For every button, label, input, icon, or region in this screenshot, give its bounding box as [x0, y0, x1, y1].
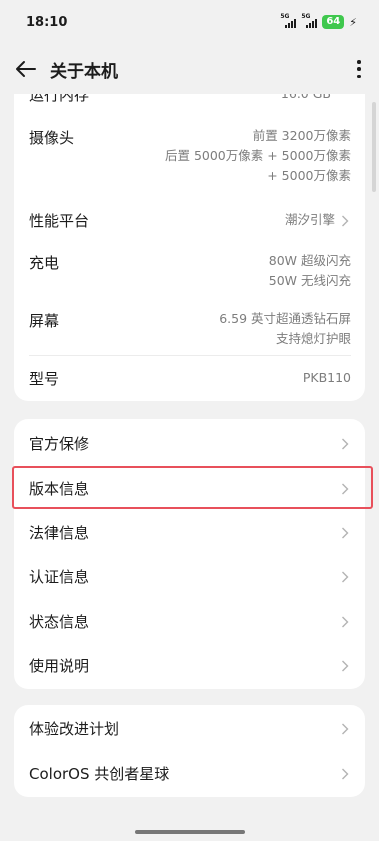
menu-card-1: 官方保修 版本信息 法律信息 认证信息 状态信息 使用说明	[14, 419, 365, 689]
more-options-button[interactable]	[353, 57, 365, 81]
spec-row-camera: 摄像头 前置 3200万像素 后置 5000万像素 + 5000万像素 + 50…	[29, 128, 351, 183]
chevron-right-icon	[341, 660, 351, 672]
chevron-right-icon	[341, 527, 351, 539]
menu-item-user-guide[interactable]: 使用说明	[14, 643, 365, 687]
chevron-right-icon	[341, 616, 351, 628]
more-dot-icon	[357, 60, 361, 64]
app-bar: 关于本机	[0, 44, 379, 94]
spec-row-model: 型号 PKB110	[29, 370, 351, 388]
specs-card: 运行内存 16.0 GB 摄像头 前置 3200万像素 后置 5000万像素 +…	[14, 94, 365, 401]
chevron-right-icon	[341, 723, 351, 735]
spec-row-charging: 充电 80W 超级闪充 50W 无线闪充	[29, 253, 351, 288]
menu-card-2: 体验改进计划 ColorOS 共创者星球	[14, 705, 365, 797]
spec-row-ram[interactable]: 运行内存 16.0 GB	[29, 94, 351, 108]
signal-icon-2: 5G	[301, 13, 318, 28]
arrow-left-icon	[16, 61, 36, 77]
status-time: 18:10	[26, 14, 68, 30]
spec-row-screen: 屏幕 6.59 英寸超通透钻石屏 支持熄灯护眼	[29, 311, 351, 346]
charging-icon: ⚡	[349, 15, 357, 29]
menu-item-experience-program[interactable]: 体验改进计划	[14, 706, 365, 750]
chevron-right-icon	[341, 483, 351, 495]
menu-item-status-info[interactable]: 状态信息	[14, 599, 365, 643]
status-bar: 18:10 5G 5G 64 ⚡	[0, 0, 379, 44]
chevron-right-icon	[341, 438, 351, 450]
chevron-right-icon	[341, 571, 351, 583]
chevron-right-icon	[341, 768, 351, 780]
spec-row-platform[interactable]: 性能平台 潮汐引擎	[29, 208, 351, 238]
divider	[29, 355, 351, 356]
home-indicator[interactable]	[135, 830, 245, 834]
status-icons: 5G 5G 64 ⚡	[280, 13, 357, 29]
battery-icon: 64	[322, 15, 345, 29]
menu-item-legal-info[interactable]: 法律信息	[14, 510, 365, 554]
menu-item-coloros-community[interactable]: ColorOS 共创者星球	[14, 751, 365, 795]
scrollbar[interactable]	[372, 102, 376, 192]
chevron-right-icon	[341, 215, 351, 227]
menu-item-certification-info[interactable]: 认证信息	[14, 554, 365, 598]
scroll-area[interactable]: 运行内存 16.0 GB 摄像头 前置 3200万像素 后置 5000万像素 +…	[0, 94, 379, 841]
page-title: 关于本机	[50, 61, 118, 82]
signal-icon: 5G	[280, 13, 297, 28]
menu-item-warranty[interactable]: 官方保修	[14, 421, 365, 465]
back-button[interactable]	[0, 44, 50, 94]
menu-item-version-info[interactable]: 版本信息	[14, 466, 365, 510]
